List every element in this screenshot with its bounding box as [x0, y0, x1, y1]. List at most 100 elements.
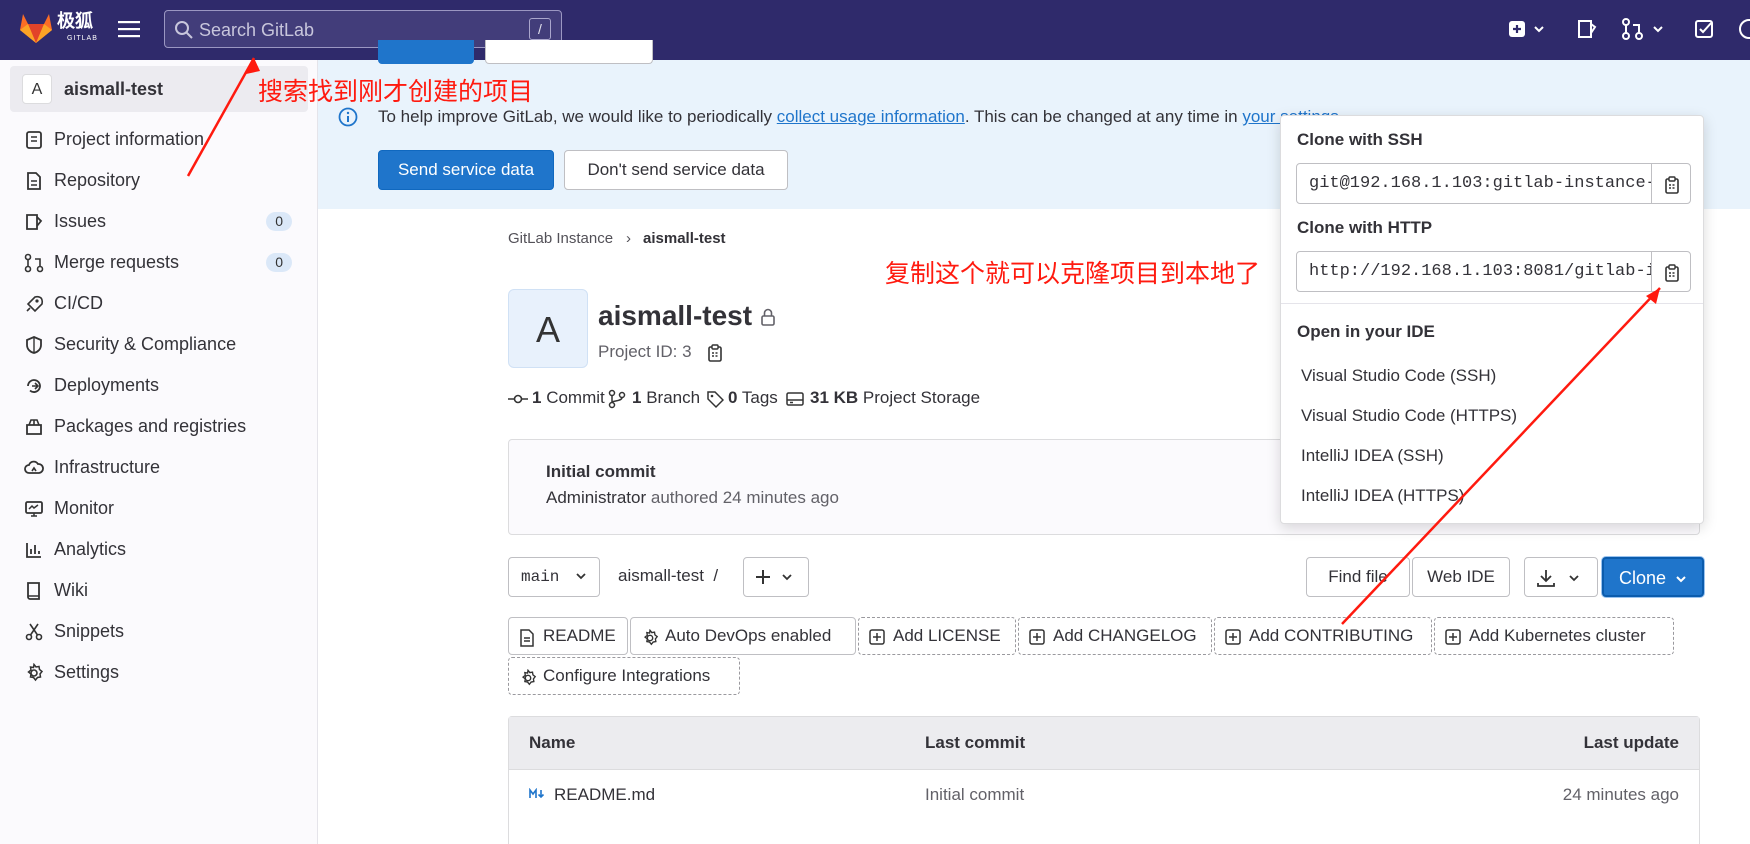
send-service-data-button[interactable]: Send service data	[378, 150, 554, 190]
project-id: Project ID: 3	[598, 342, 692, 361]
top-navbar: 极狐 GITLAB Search GitLab /	[0, 0, 1750, 60]
logo-text[interactable]: 极狐	[57, 12, 93, 30]
chart-icon	[24, 540, 44, 560]
commit-icon	[508, 388, 528, 409]
sidebar-item-security-compliance[interactable]: Security & Compliance	[10, 325, 308, 363]
branch-switcher-dropdown[interactable]: main	[508, 557, 600, 597]
clone-dropdown-button[interactable]: Clone	[1602, 557, 1704, 597]
copy-project-id-icon[interactable]	[706, 343, 724, 363]
todo-checkbox-icon[interactable]	[1694, 18, 1716, 40]
sidebar-item-deployments[interactable]: Deployments	[10, 366, 308, 404]
project-sidebar: A aismall-test Project information Repos…	[0, 60, 318, 844]
add-to-tree-dropdown[interactable]	[743, 557, 809, 597]
commits-count: 1	[532, 388, 542, 407]
find-file-button[interactable]: Find file	[1306, 557, 1410, 597]
plus-square-icon	[1029, 629, 1045, 645]
clone-ssh-url-field[interactable]: git@192.168.1.103:gitlab-instance-f2e76a…	[1296, 163, 1652, 204]
add-changelog-button[interactable]: Add CHANGELOG	[1018, 617, 1212, 655]
book-icon	[24, 581, 44, 601]
sidebar-item-label: Security & Compliance	[54, 334, 237, 354]
breadcrumb-separator: ›	[626, 230, 631, 247]
commits-stat[interactable]: 1 Commit	[532, 388, 605, 408]
info-circle-icon	[338, 107, 358, 127]
sidebar-item-monitor[interactable]: Monitor	[10, 489, 308, 527]
tags-count: 0	[728, 388, 738, 407]
issues-icon[interactable]	[1576, 18, 1598, 40]
breadcrumb-parent[interactable]: GitLab Instance	[508, 230, 613, 247]
sidebar-item-settings[interactable]: Settings	[10, 653, 308, 691]
sidebar-item-label: Packages and registries	[54, 416, 247, 436]
sidebar-item-label: Wiki	[54, 580, 88, 600]
ide-item-intellij-ssh[interactable]: IntelliJ IDEA (SSH)	[1301, 446, 1444, 466]
add-license-button[interactable]: Add LICENSE	[858, 617, 1016, 655]
ide-item-intellij-https[interactable]: IntelliJ IDEA (HTTPS)	[1301, 486, 1464, 506]
search-icon	[174, 20, 194, 40]
dont-send-service-data-button[interactable]: Don't send service data	[564, 150, 788, 190]
sidebar-item-label: Settings	[54, 662, 120, 682]
sidebar-item-issues[interactable]: Issues 0	[10, 202, 308, 240]
download-icon	[1537, 570, 1579, 587]
sidebar-item-ci-cd[interactable]: CI/CD	[10, 284, 308, 322]
auto-devops-button[interactable]: Auto DevOps enabled	[630, 617, 856, 655]
last-commit-meta: Administrator authored 24 minutes ago	[546, 488, 839, 508]
clipboard-icon	[1665, 264, 1679, 282]
ide-item-vscode-https[interactable]: Visual Studio Code (HTTPS)	[1301, 406, 1517, 426]
merge-request-icon[interactable]	[1622, 18, 1666, 40]
create-new-icon[interactable]	[1508, 18, 1546, 40]
readme-button[interactable]: README	[508, 617, 628, 655]
branches-label: Branch	[646, 388, 701, 407]
copy-ssh-url-button[interactable]	[1651, 163, 1691, 204]
sidebar-item-packages-registries[interactable]: Packages and registries	[10, 407, 308, 445]
clone-http-url-field[interactable]: http://192.168.1.103:8081/gitlab-instanc…	[1296, 251, 1652, 292]
branches-count: 1	[632, 388, 642, 407]
hamburger-menu-icon[interactable]	[118, 20, 140, 38]
help-icon[interactable]	[1738, 18, 1750, 40]
repo-path-project[interactable]: aismall-test	[618, 566, 704, 585]
scissors-icon	[24, 622, 44, 642]
last-commit-title[interactable]: Initial commit	[546, 462, 656, 482]
storage-stat[interactable]: 31 KB Project Storage	[810, 388, 980, 408]
sidebar-item-infrastructure[interactable]: Infrastructure	[10, 448, 308, 486]
repo-path: aismall-test /	[618, 566, 718, 586]
auto-devops-label: Auto DevOps enabled	[665, 626, 832, 645]
issues-count-badge: 0	[266, 212, 292, 231]
sidebar-item-wiki[interactable]: Wiki	[10, 571, 308, 609]
sidebar-item-merge-requests[interactable]: Merge requests 0	[10, 243, 308, 281]
configure-integrations-label: Configure Integrations	[543, 666, 711, 685]
add-kubernetes-cluster-button[interactable]: Add Kubernetes cluster	[1434, 617, 1674, 655]
sidebar-item-snippets[interactable]: Snippets	[10, 612, 308, 650]
sidebar-item-label: Project information	[54, 129, 205, 149]
sidebar-item-repository[interactable]: Repository	[10, 161, 308, 199]
storage-size: 31 KB	[810, 388, 859, 407]
sidebar-item-label: Merge requests	[54, 252, 180, 272]
web-ide-button[interactable]: Web IDE	[1412, 557, 1510, 597]
collect-usage-link[interactable]: collect usage information	[777, 107, 965, 126]
gitlab-fox-logo-icon[interactable]	[18, 10, 54, 44]
partially-hidden-default-button[interactable]	[485, 40, 653, 64]
sidebar-item-project-information[interactable]: Project information	[10, 120, 308, 158]
file-name-link[interactable]: README.md	[554, 785, 655, 805]
sidebar-item-label: Monitor	[54, 498, 115, 518]
merge-request-icon	[24, 253, 44, 273]
project-avatar-large: A	[508, 289, 588, 368]
file-tree-table: Name Last commit Last update README.md I…	[508, 716, 1700, 844]
ide-item-vscode-ssh[interactable]: Visual Studio Code (SSH)	[1301, 366, 1496, 386]
branches-stat[interactable]: 1 Branch	[632, 388, 700, 408]
sidebar-item-label: Snippets	[54, 621, 125, 641]
add-kubernetes-label: Add Kubernetes cluster	[1469, 626, 1646, 645]
storage-icon	[786, 388, 804, 409]
tags-stat[interactable]: 0 Tags	[728, 388, 778, 408]
configure-integrations-button[interactable]: Configure Integrations	[508, 657, 740, 695]
project-title: aismall-test	[598, 300, 753, 331]
breadcrumb-current[interactable]: aismall-test	[643, 230, 726, 247]
download-dropdown[interactable]	[1524, 557, 1598, 597]
copy-http-url-button[interactable]	[1651, 251, 1691, 292]
file-last-commit-link[interactable]: Initial commit	[925, 785, 1024, 805]
column-header-name: Name	[529, 733, 576, 752]
merge-requests-count-badge: 0	[266, 253, 292, 272]
commit-author[interactable]: Administrator	[546, 488, 646, 507]
add-contributing-button[interactable]: Add CONTRIBUTING	[1214, 617, 1432, 655]
partially-hidden-primary-button[interactable]	[378, 40, 474, 64]
sidebar-item-analytics[interactable]: Analytics	[10, 530, 308, 568]
storage-label: Project Storage	[862, 388, 981, 407]
